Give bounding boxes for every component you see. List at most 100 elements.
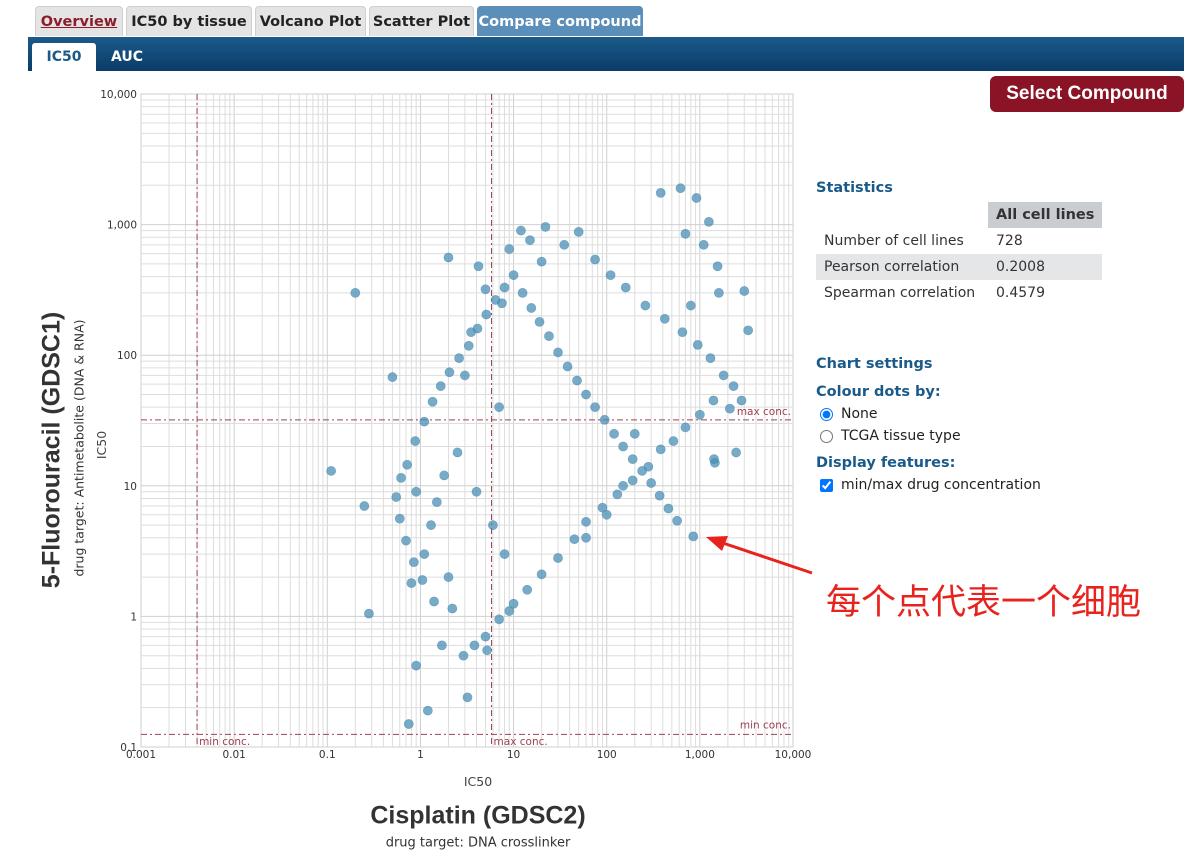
data-point — [688, 531, 699, 542]
x-tick-label: 0.1 — [319, 749, 336, 761]
colour-tissue-radio[interactable] — [820, 429, 833, 443]
x-tick-label: 1,000 — [685, 749, 715, 761]
data-point — [426, 520, 436, 531]
data-point — [411, 660, 422, 671]
data-point — [419, 416, 430, 427]
stats-label: Pearson correlation — [816, 254, 988, 280]
y-tick-labels: 0.1 1 10 100 1,000 10,000 — [100, 89, 137, 754]
data-point — [443, 572, 454, 582]
data-point — [743, 325, 754, 336]
x-axis-title: Cisplatin (GDSC2) — [370, 801, 586, 830]
data-point — [494, 614, 505, 625]
data-point — [597, 502, 608, 513]
data-point — [452, 447, 463, 458]
data-point — [472, 323, 483, 334]
tab-scatter-plot[interactable]: Scatter Plot — [369, 6, 474, 36]
data-point — [394, 513, 405, 524]
data-point — [627, 475, 638, 486]
x-tick-label: 10 — [507, 749, 520, 761]
select-compound-button[interactable]: Select Compound — [990, 76, 1184, 112]
colour-tissue-label: TCGA tissue type — [841, 428, 961, 444]
top-tab-bar: Overview IC50 by tissue Volcano Plot Sca… — [0, 0, 1194, 38]
tab-volcano-plot[interactable]: Volcano Plot — [255, 6, 366, 36]
tab-compare-compound[interactable]: Compare compound — [477, 6, 643, 36]
x-axis-subtitle: drug target: DNA crosslinker — [385, 835, 571, 851]
data-point — [553, 553, 563, 563]
x-tick-labels: 0.001 0.01 0.1 1 10 100 1,000 10,000 — [126, 749, 811, 761]
data-point — [620, 282, 631, 293]
data-point — [326, 466, 337, 476]
x-tick-label: 1 — [417, 749, 424, 761]
data-point — [573, 226, 584, 237]
data-point — [536, 256, 547, 267]
colour-none-label: None — [841, 406, 878, 422]
data-point — [411, 486, 422, 497]
stats-column-header: All cell lines — [988, 202, 1103, 228]
data-point — [480, 284, 491, 295]
data-point — [427, 396, 438, 407]
data-point — [677, 327, 688, 338]
minmax-checkbox[interactable] — [820, 478, 833, 492]
x-metric-label: IC50 — [464, 774, 492, 789]
data-point — [685, 300, 696, 311]
data-point — [408, 557, 419, 568]
data-point — [718, 370, 729, 381]
table-row: Spearman correlation 0.4579 — [816, 280, 1102, 306]
data-point — [637, 466, 648, 476]
data-point — [724, 403, 735, 414]
annotation-text: 每个点代表一个细胞 — [826, 583, 1142, 623]
data-point — [675, 183, 686, 194]
scatter-chart: min conc. max conc. min conc. max conc. 0.0… — [94, 89, 811, 789]
data-point — [572, 375, 582, 386]
data-point — [540, 222, 551, 232]
data-point — [435, 381, 446, 391]
data-point — [402, 459, 413, 470]
colour-none-radio[interactable] — [820, 407, 833, 421]
data-point — [731, 447, 742, 458]
data-point — [627, 454, 638, 465]
data-point — [431, 497, 442, 508]
tab-overview[interactable]: Overview — [35, 6, 123, 36]
data-point — [618, 480, 629, 491]
y-metric-label: IC50 — [94, 431, 109, 459]
data-point — [590, 254, 600, 265]
data-point — [396, 472, 406, 483]
y-min-conc-label: min conc. — [740, 719, 791, 731]
subtab-ic50[interactable]: IC50 — [32, 43, 96, 71]
data-point — [471, 486, 482, 497]
data-point — [640, 300, 651, 311]
data-point — [692, 339, 703, 350]
data-point — [473, 261, 484, 272]
data-point — [655, 444, 666, 455]
tab-ic50-by-tissue[interactable]: IC50 by tissue — [126, 6, 252, 36]
data-point — [419, 549, 430, 559]
y-tick-label: 10 — [124, 481, 137, 493]
display-option: min/max drug concentration — [816, 474, 1116, 496]
data-point — [581, 532, 591, 543]
data-point — [680, 228, 691, 239]
side-panel: Statistics All cell lines Number of cell… — [816, 180, 1116, 496]
table-row: Number of cell lines 728 — [816, 228, 1102, 254]
stats-value: 728 — [996, 233, 1023, 249]
data-point — [680, 422, 691, 433]
data-point — [443, 252, 454, 263]
data-point — [668, 436, 679, 446]
data-point — [410, 436, 421, 446]
data-point — [705, 353, 716, 364]
y-tick-label: 1 — [130, 611, 137, 623]
data-point — [482, 645, 493, 656]
data-point — [516, 225, 526, 236]
data-point — [508, 270, 519, 281]
data-point — [401, 535, 411, 546]
y-tick-label: 100 — [117, 350, 137, 362]
statistics-table: All cell lines Number of cell lines 728 P… — [816, 202, 1103, 306]
data-point — [517, 287, 528, 298]
data-point — [618, 441, 629, 452]
data-point — [728, 381, 739, 391]
data-point — [508, 598, 519, 609]
data-point — [654, 490, 665, 501]
stats-value: 0.4579 — [996, 285, 1045, 301]
data-point — [663, 503, 674, 514]
chart-settings-heading: Chart settings — [816, 356, 933, 372]
subtab-auc[interactable]: AUC — [102, 43, 152, 71]
